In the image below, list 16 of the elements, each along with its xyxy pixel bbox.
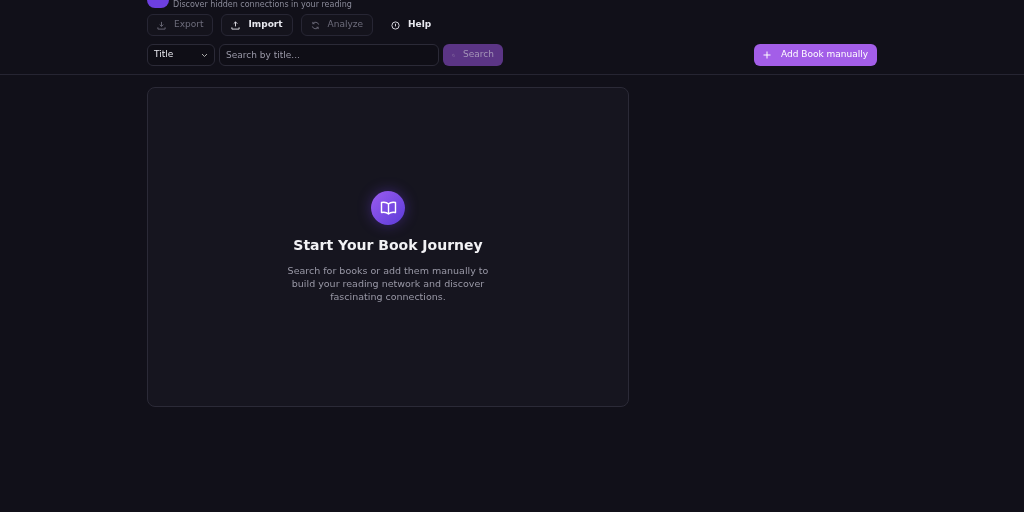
add-book-button[interactable]: Add Book manually bbox=[753, 44, 877, 66]
chevron-icon bbox=[201, 52, 208, 58]
open-book-icon bbox=[379, 201, 397, 215]
help-button[interactable]: Help bbox=[381, 14, 442, 36]
download-icon bbox=[157, 20, 166, 30]
plus-icon bbox=[762, 51, 771, 59]
info-icon bbox=[391, 20, 401, 30]
app-subtitle: Discover hidden connections in your reading bbox=[173, 0, 352, 10]
field-select[interactable]: Title bbox=[147, 44, 215, 66]
search-field[interactable]: Search by title... bbox=[219, 44, 439, 66]
empty-state-text: Search for books or add them manually to build your reading network and discover fascinating connections. bbox=[286, 264, 490, 303]
refresh-icon bbox=[310, 20, 320, 30]
empty-state-title: Start Your Book Journey bbox=[293, 236, 483, 255]
app-logo bbox=[147, 0, 169, 8]
import-button[interactable]: Import bbox=[221, 14, 293, 36]
upload-icon bbox=[231, 20, 241, 30]
